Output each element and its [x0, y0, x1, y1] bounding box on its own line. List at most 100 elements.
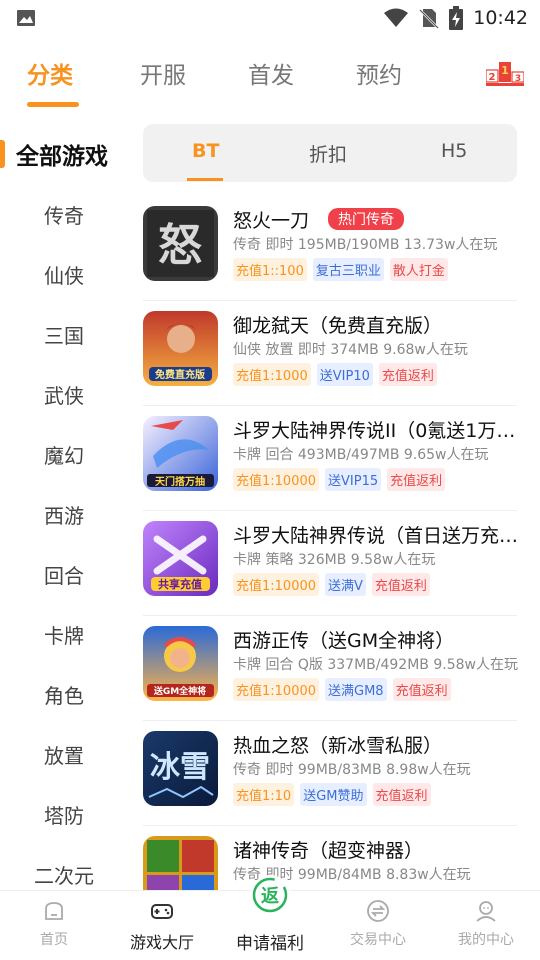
- sidebar-item-tower-defense[interactable]: 塔防: [0, 784, 128, 844]
- game-icon[interactable]: [143, 836, 218, 890]
- svg-text:冰雪: 冰雪: [150, 750, 210, 785]
- game-title: 诸神传奇（超变神器）: [233, 840, 424, 862]
- game-tag: 复古三职业: [312, 258, 384, 281]
- sidebar-item-fantasy[interactable]: 魔幻: [0, 424, 128, 484]
- sub-tab-bar: BT 折扣 H5: [143, 124, 517, 182]
- sidebar-active-indicator: [0, 140, 5, 168]
- game-title: 斗罗大陆神界传说（首日送万充值）: [233, 525, 533, 547]
- subtab-active-indicator: [187, 178, 223, 181]
- game-tag: 充值返利: [372, 783, 431, 806]
- game-tag: 充值1:1000: [233, 363, 311, 386]
- nav-label: 申请福利: [236, 934, 304, 954]
- nav-home[interactable]: 首页: [0, 891, 108, 960]
- game-title: 御龙弑天（免费直充版）: [233, 315, 443, 337]
- home-icon: [45, 902, 63, 920]
- sidebar-item-xianxia[interactable]: 仙侠: [0, 244, 128, 304]
- sidebar-item-idle[interactable]: 放置: [0, 724, 128, 784]
- sidebar-item-anime[interactable]: 二次元: [0, 844, 128, 890]
- hot-badge: 热门传奇: [328, 208, 404, 230]
- game-icon[interactable]: 天门搭万抽: [143, 416, 218, 491]
- game-list-item[interactable]: 送GM全神将 西游正传（送GM全神将） 卡牌 回合 Q版 337MB/492MB…: [143, 616, 518, 721]
- active-tab-indicator: [27, 102, 79, 107]
- top-tab-bar: 分类 开服 首发 预约 2 1 3: [0, 48, 540, 110]
- sidebar-item-rpg[interactable]: 角色: [0, 664, 128, 724]
- game-tag: 送满V: [325, 573, 366, 596]
- nav-label: 游戏大厅: [129, 933, 194, 952]
- tab-server-open[interactable]: 开服: [140, 56, 186, 90]
- no-sim-icon: [419, 9, 440, 29]
- svg-text:送GM全神将: 送GM全神将: [153, 685, 206, 697]
- game-title: 西游正传（送GM全神将）: [233, 630, 455, 652]
- game-tags: 充值1:1000 送VIP10 充值返利: [233, 363, 437, 386]
- nav-trade-center[interactable]: 交易中心: [324, 891, 432, 960]
- sidebar-item-turn-based[interactable]: 回合: [0, 544, 128, 604]
- svg-text:2: 2: [489, 72, 496, 83]
- game-list-item[interactable]: 共享充值 斗罗大陆神界传说（首日送万充值） 卡牌 策略 326MB 9.58w人…: [143, 511, 533, 616]
- nav-label: 交易中心: [350, 932, 406, 948]
- game-meta: 卡牌 回合 Q版 337MB/492MB 9.58w人在玩: [233, 657, 518, 673]
- image-notification-icon: [17, 10, 35, 26]
- svg-text:返: 返: [261, 886, 279, 907]
- tab-reservation[interactable]: 预约: [356, 56, 402, 90]
- subtab-bt[interactable]: BT: [192, 140, 219, 162]
- subtab-discount[interactable]: 折扣: [309, 140, 347, 167]
- game-icon[interactable]: 免费直充版: [143, 311, 218, 386]
- status-bar: 10:42: [0, 0, 540, 36]
- game-icon[interactable]: 怒: [143, 206, 218, 281]
- status-time: 10:42: [473, 7, 528, 29]
- game-meta: 传奇 即时 99MB/83MB 8.98w人在玩: [233, 762, 471, 778]
- rebate-button[interactable]: 返: [250, 875, 290, 915]
- tab-category[interactable]: 分类: [27, 56, 73, 90]
- game-tag: 送GM赞助: [300, 783, 367, 806]
- nav-label: 首页: [40, 932, 68, 948]
- game-tags: 充值1:10000 送满GM8 充值返利: [233, 678, 451, 701]
- game-tags: 充值1:10 送GM赞助 充值返利: [233, 783, 431, 806]
- svg-text:怒: 怒: [158, 220, 202, 271]
- tab-first-release[interactable]: 首发: [248, 56, 294, 90]
- svg-text:1: 1: [501, 64, 509, 77]
- nav-apply-welfare[interactable]: 返 申请福利: [216, 875, 324, 960]
- game-list-item[interactable]: 冰雪 热血之怒（新冰雪私服） 传奇 即时 99MB/83MB 8.98w人在玩 …: [143, 721, 517, 826]
- battery-charging-icon: [449, 6, 464, 30]
- wifi-icon: [384, 8, 409, 27]
- sidebar-item-journey-west[interactable]: 西游: [0, 484, 128, 544]
- svg-text:天门搭万抽: 天门搭万抽: [155, 475, 205, 488]
- game-list-item[interactable]: 免费直充版 御龙弑天（免费直充版） 仙侠 放置 即时 374MB 9.68w人在…: [143, 301, 517, 406]
- game-tag: 充值1::100: [233, 258, 307, 281]
- game-list-item[interactable]: 诸神传奇（超变神器） 传奇 即时 99MB/84MB 8.83w人在玩: [143, 826, 517, 890]
- exchange-icon: [367, 900, 389, 922]
- sidebar-item-all-games[interactable]: 全部游戏: [0, 124, 128, 184]
- sidebar-item-card[interactable]: 卡牌: [0, 604, 128, 664]
- nav-game-hall[interactable]: 游戏大厅: [108, 891, 216, 960]
- game-tag: 散人打金: [389, 258, 448, 281]
- game-list: 怒 怒火一刀 热门传奇 传奇 即时 195MB/190MB 13.73w人在玩 …: [143, 196, 540, 890]
- game-tag: 充值返利: [371, 573, 430, 596]
- gamepad-icon: [151, 904, 173, 919]
- game-tag: 充值1:10000: [233, 678, 320, 701]
- game-list-item[interactable]: 怒 怒火一刀 热门传奇 传奇 即时 195MB/190MB 13.73w人在玩 …: [143, 196, 517, 301]
- subtab-h5[interactable]: H5: [441, 140, 467, 162]
- bottom-navigation: 首页 游戏大厅 返 申请福利 交易中心 我的中心: [0, 875, 540, 960]
- game-list-item[interactable]: 天门搭万抽 斗罗大陆神界传说II（0氪送1万充） 卡牌 回合 493MB/497…: [143, 406, 533, 511]
- sidebar-item-three-kingdoms[interactable]: 三国: [0, 304, 128, 364]
- game-tag: 充值1:10000: [233, 468, 320, 491]
- game-tags: 充值1::100 复古三职业 散人打金: [233, 258, 448, 281]
- nav-my-center[interactable]: 我的中心: [432, 891, 540, 960]
- rebate-icon: 返: [252, 877, 288, 913]
- svg-text:免费直充版: 免费直充版: [155, 368, 205, 381]
- svg-text:3: 3: [515, 74, 521, 84]
- game-tag: 充值1:10: [233, 783, 295, 806]
- game-icon[interactable]: 送GM全神将: [143, 626, 218, 701]
- sidebar-item-legend[interactable]: 传奇: [0, 184, 128, 244]
- profile-icon: [476, 901, 496, 922]
- game-tag: 送VIP15: [325, 468, 382, 491]
- game-tag: 充值返利: [378, 363, 437, 386]
- game-icon[interactable]: 共享充值: [143, 521, 218, 596]
- ranking-podium-icon[interactable]: 2 1 3: [486, 60, 524, 86]
- game-title: 斗罗大陆神界传说II（0氪送1万充）: [233, 420, 533, 442]
- game-meta: 卡牌 策略 326MB 9.58w人在玩: [233, 552, 436, 568]
- sidebar-item-wuxia[interactable]: 武侠: [0, 364, 128, 424]
- game-icon[interactable]: 冰雪: [143, 731, 218, 806]
- sidebar-item-label: 全部游戏: [16, 144, 108, 170]
- category-sidebar: 全部游戏 传奇 仙侠 三国 武侠 魔幻 西游 回合 卡牌 角色 放置 塔防 二次…: [0, 124, 128, 890]
